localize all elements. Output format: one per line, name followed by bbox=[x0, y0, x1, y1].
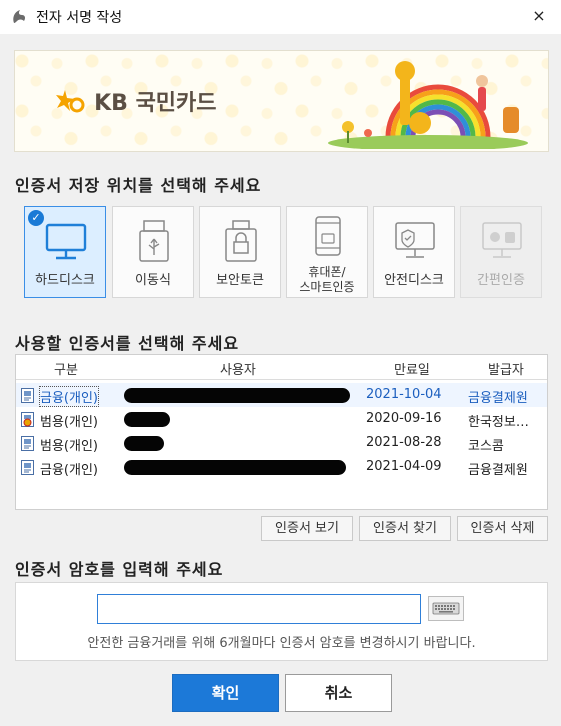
kb-logo: KB 국민카드 bbox=[55, 85, 217, 117]
view-cert-button[interactable]: 인증서 보기 bbox=[261, 516, 353, 541]
cancel-button[interactable]: 취소 bbox=[285, 674, 392, 712]
storage-removable[interactable]: 이동식 bbox=[112, 206, 194, 298]
kb-star-icon bbox=[56, 90, 85, 113]
cert-issuer: 금융결제원 bbox=[468, 463, 528, 478]
kb-logo-text: KB 국민카드 bbox=[94, 91, 217, 116]
app-logo-icon bbox=[13, 10, 26, 23]
banner-illustration bbox=[328, 61, 528, 149]
certificate-icon bbox=[21, 388, 34, 403]
cert-user-redacted bbox=[124, 460, 346, 475]
storage-security-token[interactable]: 보안토큰 bbox=[199, 206, 281, 298]
table-row[interactable]: 범용(개인) 2021-08-28 코스콤 bbox=[16, 431, 547, 455]
cert-type: 범용(개인) bbox=[40, 415, 98, 430]
table-row[interactable]: 금융(개인) 2021-10-04 금융결제원 bbox=[16, 383, 547, 407]
column-header-type[interactable]: 구분 bbox=[54, 359, 78, 378]
table-row[interactable]: 범용(개인) 2020-09-16 한국정보… bbox=[16, 407, 547, 431]
storage-label: 휴대폰/ 스마트인증 bbox=[287, 265, 367, 295]
storage-label: 안전디스크 bbox=[384, 273, 444, 288]
password-section-title: 인증서 암호를 입력해 주세요 bbox=[15, 560, 224, 579]
cert-issuer: 한국정보… bbox=[468, 415, 529, 430]
password-notice: 안전한 금융거래를 위해 6개월마다 인증서 암호를 변경하시기 바랍니다. bbox=[87, 636, 476, 651]
cert-expiry: 2021-10-04 bbox=[366, 387, 442, 402]
storage-label-line1: 휴대폰/ bbox=[308, 265, 346, 279]
storage-label: 간편인증 bbox=[477, 273, 525, 288]
monitor-icon bbox=[45, 223, 87, 260]
close-button[interactable]: × bbox=[525, 4, 553, 28]
storage-label: 보안토큰 bbox=[216, 273, 264, 288]
storage-label: 이동식 bbox=[135, 273, 171, 288]
cert-expiry: 2021-08-28 bbox=[366, 435, 442, 450]
storage-label: 하드디스크 bbox=[35, 273, 95, 288]
close-icon: × bbox=[532, 6, 546, 25]
certificate-warning-icon bbox=[21, 412, 34, 427]
usb-icon bbox=[139, 220, 169, 262]
certificate-table: 구분 사용자 만료일 발급자 금융(개인) 2021-10-04 금융결제원 범… bbox=[15, 354, 548, 510]
cert-user-redacted bbox=[124, 412, 170, 427]
password-input[interactable] bbox=[97, 594, 421, 624]
cert-section-title: 사용할 인증서를 선택해 주세요 bbox=[15, 334, 240, 353]
window-title: 전자 서명 작성 bbox=[36, 10, 123, 26]
delete-cert-button[interactable]: 인증서 삭제 bbox=[457, 516, 548, 541]
secure-disk-icon bbox=[395, 222, 435, 258]
storage-phone-smart[interactable]: 휴대폰/ 스마트인증 bbox=[286, 206, 368, 298]
column-header-expiry[interactable]: 만료일 bbox=[394, 359, 430, 378]
phone-icon bbox=[315, 216, 341, 256]
find-cert-button[interactable]: 인증서 찾기 bbox=[359, 516, 451, 541]
ok-button[interactable]: 확인 bbox=[172, 674, 279, 712]
check-icon: ✓ bbox=[28, 210, 44, 226]
storage-section-title: 인증서 저장 위치를 선택해 주세요 bbox=[15, 176, 262, 195]
column-header-user[interactable]: 사용자 bbox=[220, 359, 256, 378]
cert-type: 금융(개인) bbox=[40, 463, 98, 478]
cert-user-redacted bbox=[124, 388, 350, 403]
cert-user-redacted bbox=[124, 436, 164, 451]
certificate-icon bbox=[21, 460, 34, 475]
storage-label-line2: 스마트인증 bbox=[299, 280, 355, 294]
storage-location-list: ✓ 하드디스크 이동식 보안토큰 휴대폰/ 스마트인증 안전디스크 간편인증 bbox=[24, 206, 544, 300]
cert-type: 범용(개인) bbox=[40, 439, 98, 454]
cert-expiry: 2021-04-09 bbox=[366, 459, 442, 474]
storage-secure-disk[interactable]: 안전디스크 bbox=[373, 206, 455, 298]
title-bar: 전자 서명 작성 × bbox=[0, 0, 561, 34]
keyboard-icon bbox=[432, 602, 460, 615]
cert-issuer: 금융결제원 bbox=[468, 391, 528, 406]
virtual-keyboard-button[interactable] bbox=[428, 596, 464, 621]
storage-simple-auth[interactable]: 간편인증 bbox=[460, 206, 542, 298]
cert-issuer: 코스콤 bbox=[468, 439, 504, 454]
table-header: 구분 사용자 만료일 발급자 bbox=[16, 355, 547, 380]
cert-type: 금융(개인) bbox=[39, 386, 99, 407]
password-panel: 안전한 금융거래를 위해 6개월마다 인증서 암호를 변경하시기 바랍니다. bbox=[15, 582, 548, 661]
column-header-issuer[interactable]: 발급자 bbox=[488, 359, 524, 378]
cert-expiry: 2020-09-16 bbox=[366, 411, 442, 426]
token-lock-icon bbox=[225, 220, 257, 262]
kb-banner: KB 국민카드 bbox=[14, 50, 549, 152]
certificate-icon bbox=[21, 436, 34, 451]
apple-android-icon bbox=[482, 222, 522, 258]
storage-harddisk[interactable]: ✓ 하드디스크 bbox=[24, 206, 106, 298]
table-row[interactable]: 금융(개인) 2021-04-09 금융결제원 bbox=[16, 455, 547, 479]
